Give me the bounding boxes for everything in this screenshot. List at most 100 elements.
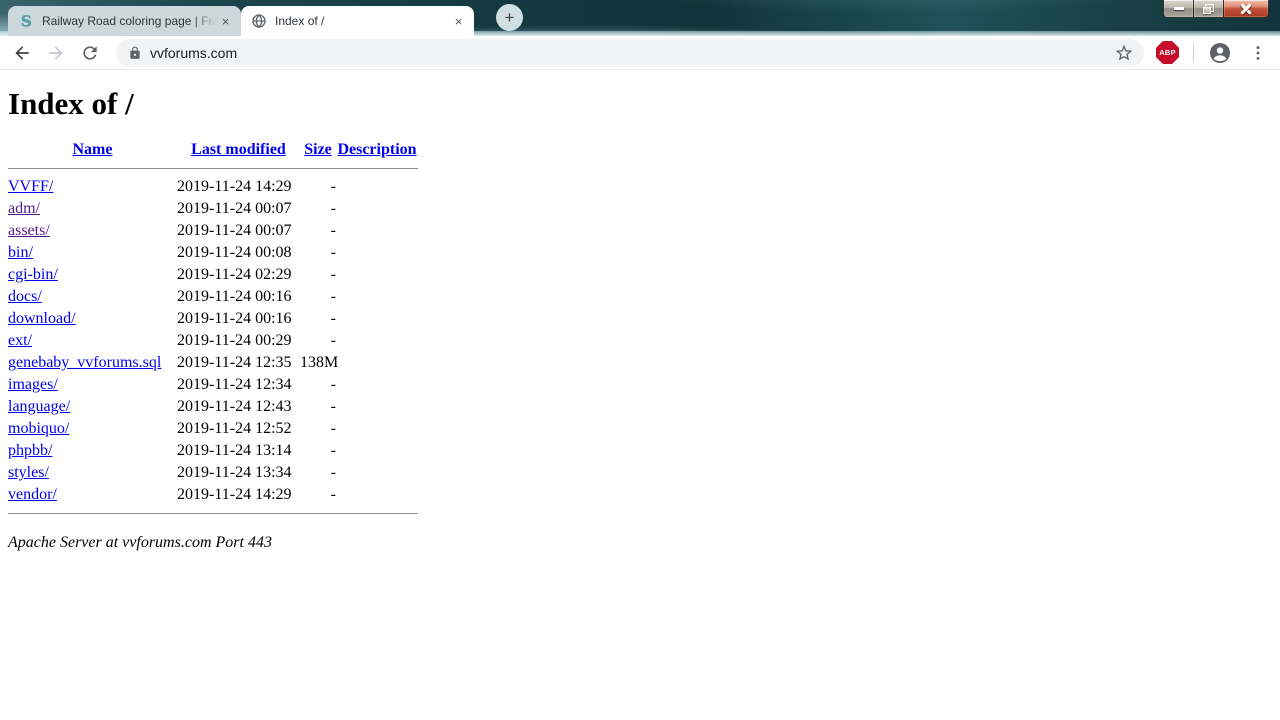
table-row: images/ 2019-11-24 12:34 - <box>8 374 418 396</box>
window-controls <box>1163 0 1269 18</box>
table-row: bin/ 2019-11-24 00:08 - <box>8 242 418 264</box>
tab-railway-road-coloring[interactable]: S Railway Road coloring page | Fre × <box>8 6 241 36</box>
minimize-button[interactable] <box>1163 0 1193 18</box>
browser-toolbar: vvforums.com ABP <box>0 36 1280 70</box>
entry-size: - <box>330 244 336 261</box>
reload-button[interactable] <box>78 41 102 65</box>
sort-by-last-modified-link[interactable]: Last modified <box>191 141 286 158</box>
entry-modified: 2019-11-24 14:29 <box>177 178 292 195</box>
entry-link[interactable]: bin/ <box>8 244 33 261</box>
entry-link[interactable]: ext/ <box>8 332 32 349</box>
footer-divider-row <box>8 506 418 521</box>
entry-size: - <box>330 486 336 503</box>
table-row: assets/ 2019-11-24 00:07 - <box>8 220 418 242</box>
horizontal-rule <box>8 168 418 169</box>
page-title: Index of / <box>8 86 134 121</box>
https-padlock-icon[interactable] <box>128 46 142 60</box>
table-row: mobiquo/ 2019-11-24 12:52 - <box>8 418 418 440</box>
tab-title: Index of / <box>275 14 325 28</box>
sort-by-size-link[interactable]: Size <box>304 141 332 158</box>
entry-link[interactable]: assets/ <box>8 222 50 239</box>
entry-size: - <box>330 420 336 437</box>
entry-link[interactable]: download/ <box>8 310 76 327</box>
supercoloring-s-logo-icon: S <box>20 12 32 30</box>
entry-size: - <box>330 442 336 459</box>
sort-by-name-link[interactable]: Name <box>73 141 113 158</box>
entry-size: - <box>330 376 336 393</box>
entry-description <box>336 242 418 264</box>
listing-body: VVFF/ 2019-11-24 14:29 - adm/ 2019-11-24… <box>8 176 418 506</box>
entry-link[interactable]: docs/ <box>8 288 42 305</box>
entry-link[interactable]: images/ <box>8 376 58 393</box>
close-window-button[interactable] <box>1223 0 1269 18</box>
entry-link[interactable]: vendor/ <box>8 486 57 503</box>
entry-size: - <box>330 332 336 349</box>
browser-title-bar: S Railway Road coloring page | Fre × Ind… <box>0 0 1280 36</box>
entry-modified: 2019-11-24 12:43 <box>177 398 292 415</box>
entry-link[interactable]: styles/ <box>8 464 49 481</box>
profile-avatar-icon[interactable] <box>1208 41 1232 65</box>
entry-modified: 2019-11-24 00:16 <box>177 310 292 327</box>
entry-link[interactable]: genebaby_vvforums.sql <box>8 354 161 371</box>
table-row: language/ 2019-11-24 12:43 - <box>8 396 418 418</box>
entry-link[interactable]: phpbb/ <box>8 442 52 459</box>
entry-description <box>336 264 418 286</box>
tab-close-icon[interactable]: × <box>450 13 467 30</box>
entry-link[interactable]: VVFF/ <box>8 178 53 195</box>
table-row: genebaby_vvforums.sql 2019-11-24 12:35 1… <box>8 352 418 374</box>
table-row: docs/ 2019-11-24 00:16 - <box>8 286 418 308</box>
adblock-plus-extension-icon[interactable]: ABP <box>1156 41 1179 64</box>
table-row: vendor/ 2019-11-24 14:29 - <box>8 484 418 506</box>
entry-description <box>336 198 418 220</box>
entry-modified: 2019-11-24 14:29 <box>177 486 292 503</box>
entry-description <box>336 374 418 396</box>
close-icon <box>1241 3 1252 14</box>
bookmark-star-icon[interactable] <box>1114 43 1134 63</box>
entry-link[interactable]: adm/ <box>8 200 40 217</box>
entry-size: - <box>330 464 336 481</box>
entry-size: - <box>330 178 336 195</box>
entry-modified: 2019-11-24 13:14 <box>177 442 292 459</box>
three-dot-menu-icon[interactable] <box>1246 41 1270 65</box>
entry-description <box>336 220 418 242</box>
table-row: phpbb/ 2019-11-24 13:14 - <box>8 440 418 462</box>
entry-size: - <box>330 200 336 217</box>
table-row: styles/ 2019-11-24 13:34 - <box>8 462 418 484</box>
entry-description <box>336 462 418 484</box>
tab-index-of[interactable]: Index of / × <box>241 6 474 36</box>
server-signature: Apache Server at vvforums.com Port 443 <box>8 534 272 551</box>
table-row: cgi-bin/ 2019-11-24 02:29 - <box>8 264 418 286</box>
minimize-icon <box>1173 7 1184 10</box>
entry-modified: 2019-11-24 00:16 <box>177 288 292 305</box>
address-bar[interactable]: vvforums.com <box>116 38 1144 67</box>
entry-size: - <box>330 288 336 305</box>
page-content: Index of / Name Last modified Size Descr… <box>0 70 1280 720</box>
globe-icon <box>251 13 267 29</box>
tab-close-icon[interactable]: × <box>217 13 234 30</box>
entry-description <box>336 176 418 198</box>
entry-size: - <box>330 398 336 415</box>
table-row: adm/ 2019-11-24 00:07 - <box>8 198 418 220</box>
table-header-row: Name Last modified Size Description <box>8 139 418 161</box>
header-divider-row <box>8 161 418 176</box>
entry-size: - <box>330 310 336 327</box>
toolbar-separator <box>1193 43 1194 62</box>
entry-link[interactable]: language/ <box>8 398 70 415</box>
entry-size: - <box>330 266 336 283</box>
entry-modified: 2019-11-24 00:08 <box>177 244 292 261</box>
entry-size: 138M <box>300 354 339 371</box>
entry-size: - <box>330 222 336 239</box>
entry-modified: 2019-11-24 02:29 <box>177 266 292 283</box>
sort-by-description-link[interactable]: Description <box>337 141 416 158</box>
entry-modified: 2019-11-24 12:52 <box>177 420 292 437</box>
entry-link[interactable]: cgi-bin/ <box>8 266 58 283</box>
entry-description <box>336 286 418 308</box>
entry-modified: 2019-11-24 12:34 <box>177 376 292 393</box>
new-tab-button[interactable]: + <box>496 4 523 31</box>
entry-link[interactable]: mobiquo/ <box>8 420 69 437</box>
back-button[interactable] <box>10 41 34 65</box>
forward-button[interactable] <box>44 41 68 65</box>
entry-description <box>336 440 418 462</box>
restore-button[interactable] <box>1193 0 1223 18</box>
table-row: download/ 2019-11-24 00:16 - <box>8 308 418 330</box>
